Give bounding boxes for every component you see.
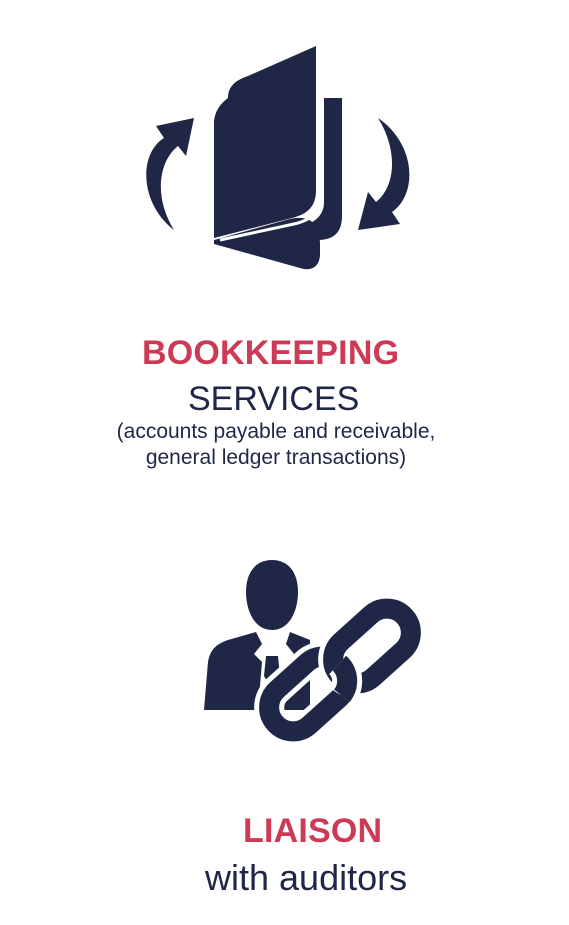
service-subline: SERVICES <box>188 380 360 418</box>
book-cycle-icon <box>136 44 414 274</box>
service-detail-line: (accounts payable and receivable, <box>116 420 436 443</box>
person-link-icon <box>200 558 436 750</box>
service-subline: with auditors <box>205 857 408 898</box>
service-detail-line: general ledger transactions) <box>145 446 407 469</box>
service-headline: LIAISON <box>243 812 383 850</box>
service-liaison: LIAISON with auditors <box>0 540 569 925</box>
service-bookkeeping: BOOKKEEPING SERVICES (accounts payable a… <box>0 0 569 500</box>
service-headline: BOOKKEEPING <box>142 334 400 372</box>
